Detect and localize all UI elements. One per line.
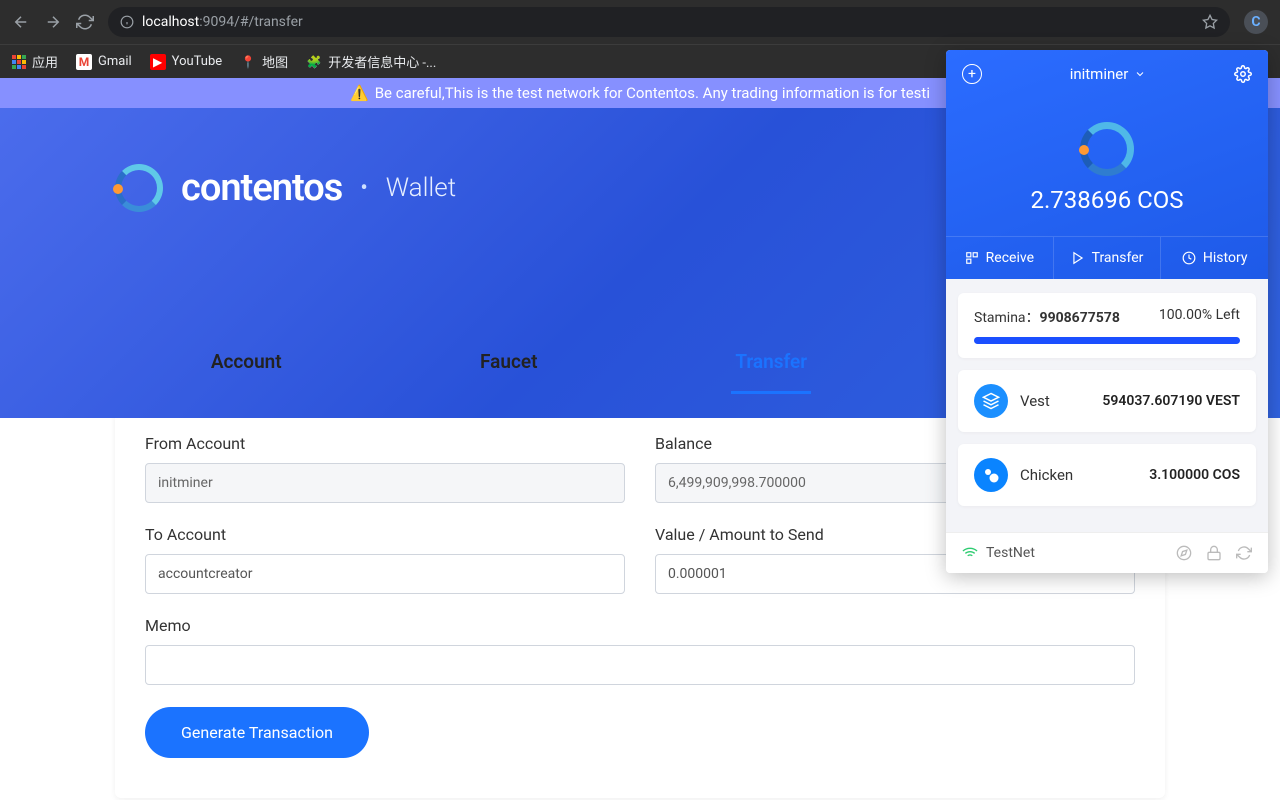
- reload-button[interactable]: [76, 13, 94, 31]
- from-account-input[interactable]: [145, 463, 625, 503]
- apps-bookmark[interactable]: 应用: [12, 52, 58, 71]
- transfer-button[interactable]: Transfer: [1054, 237, 1162, 279]
- memo-input[interactable]: [145, 645, 1135, 685]
- receive-icon: [965, 251, 979, 265]
- browser-toolbar: localhost:9094/#/transfer C: [0, 0, 1280, 44]
- tab-faucet[interactable]: Faucet: [378, 330, 641, 393]
- ext-body: Stamina：9908677578 100.00% Left Vest 594…: [946, 279, 1268, 532]
- forward-button[interactable]: [44, 13, 62, 31]
- address-bar[interactable]: localhost:9094/#/transfer: [108, 7, 1230, 37]
- to-account-input[interactable]: [145, 554, 625, 594]
- logo-separator: •: [360, 176, 367, 201]
- url-path: :9094/#/transfer: [199, 14, 303, 30]
- stamina-value: 9908677578: [1040, 310, 1120, 326]
- to-account-label: To Account: [145, 525, 625, 544]
- dev-bookmark[interactable]: 🧩开发者信息中心 -...: [306, 52, 436, 71]
- stamina-card: Stamina：9908677578 100.00% Left: [958, 293, 1256, 358]
- logo-text: contentos: [181, 166, 342, 210]
- warning-text: Be careful,This is the test network for …: [375, 84, 930, 102]
- transfer-icon: [1071, 251, 1085, 265]
- gmail-icon: M: [76, 54, 92, 70]
- extension-icon[interactable]: C: [1244, 10, 1268, 34]
- generate-transaction-button[interactable]: Generate Transaction: [145, 707, 369, 758]
- maps-icon: 📍: [240, 54, 256, 70]
- bookmark-star-icon[interactable]: [1202, 14, 1218, 30]
- stamina-label: Stamina：: [974, 310, 1040, 326]
- apps-icon: [12, 55, 26, 69]
- tab-transfer[interactable]: Transfer: [640, 330, 903, 393]
- refresh-icon[interactable]: [1236, 545, 1252, 561]
- history-button[interactable]: History: [1161, 237, 1268, 279]
- lock-icon[interactable]: [1206, 545, 1222, 561]
- asset-value: 594037.607190 VEST: [1102, 393, 1240, 409]
- logo-subtitle: Wallet: [386, 173, 456, 203]
- ext-logo-icon: [1080, 122, 1134, 176]
- chicken-icon: [974, 458, 1008, 492]
- warning-icon: ⚠️: [350, 84, 369, 102]
- asset-vest[interactable]: Vest 594037.607190 VEST: [958, 370, 1256, 432]
- stamina-left: 100.00% Left: [1159, 307, 1240, 327]
- maps-bookmark[interactable]: 📍地图: [240, 52, 288, 71]
- add-account-button[interactable]: +: [962, 64, 982, 84]
- ext-header: + initminer 2.738696 COS Receive Transfe…: [946, 50, 1268, 279]
- asset-chicken[interactable]: Chicken 3.100000 COS: [958, 444, 1256, 506]
- youtube-bookmark[interactable]: ▶YouTube: [150, 54, 223, 70]
- network-label: TestNet: [986, 545, 1035, 561]
- extension-popup: + initminer 2.738696 COS Receive Transfe…: [946, 50, 1268, 573]
- gmail-bookmark[interactable]: MGmail: [76, 54, 132, 70]
- back-button[interactable]: [12, 13, 30, 31]
- ext-balance: 2.738696 COS: [946, 186, 1268, 236]
- youtube-icon: ▶: [150, 54, 166, 70]
- vest-icon: [974, 384, 1008, 418]
- history-icon: [1182, 251, 1196, 265]
- dev-icon: 🧩: [306, 54, 322, 70]
- receive-button[interactable]: Receive: [946, 237, 1054, 279]
- tab-account[interactable]: Account: [115, 330, 378, 393]
- asset-value: 3.100000 COS: [1149, 467, 1240, 483]
- settings-button[interactable]: [1234, 65, 1252, 83]
- info-icon: [120, 15, 134, 29]
- stamina-bar: [974, 337, 1240, 344]
- url-host: localhost: [142, 14, 199, 30]
- asset-name: Chicken: [1020, 466, 1073, 484]
- chevron-down-icon: [1134, 68, 1146, 80]
- compass-icon[interactable]: [1176, 545, 1192, 561]
- contentos-logo-icon: [115, 164, 163, 212]
- asset-name: Vest: [1020, 392, 1050, 410]
- ext-footer: TestNet: [946, 532, 1268, 573]
- account-name: initminer: [1070, 65, 1129, 83]
- network-icon: [962, 545, 978, 561]
- memo-label: Memo: [145, 616, 1135, 635]
- account-selector[interactable]: initminer: [1070, 65, 1147, 83]
- from-account-label: From Account: [145, 434, 625, 453]
